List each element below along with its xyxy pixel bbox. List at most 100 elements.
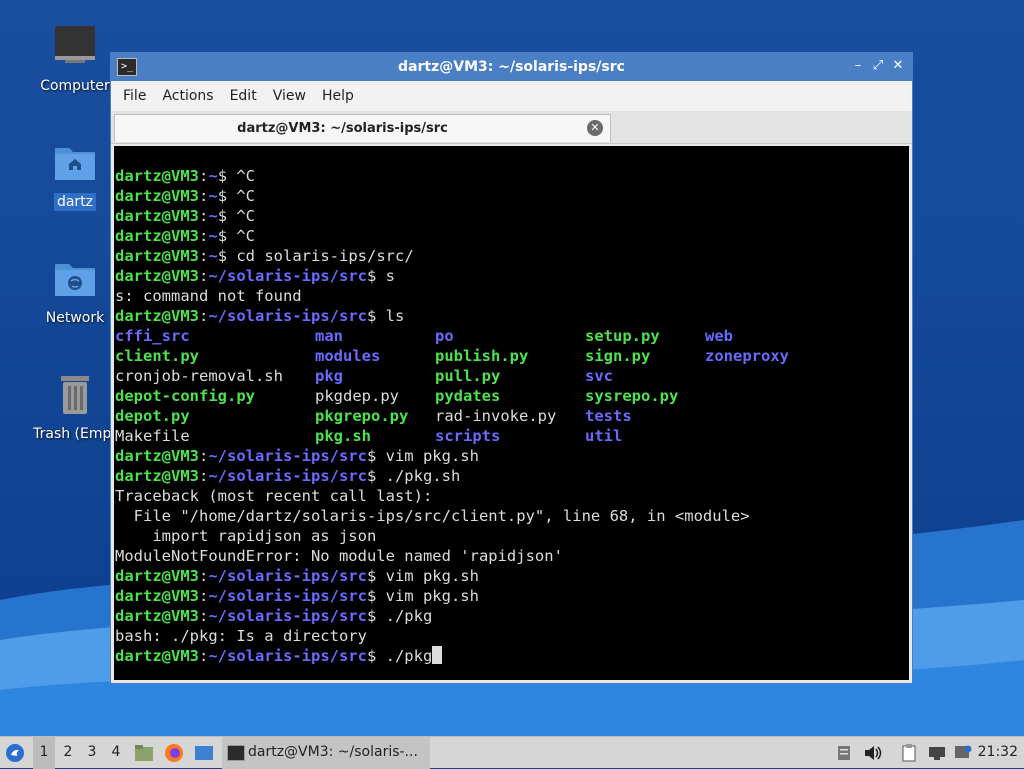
terminal-prompt-line: dartz@VM3:~/solaris-ips/src$ vim pkg.sh xyxy=(115,587,479,605)
prompt-user-host: dartz@VM3 xyxy=(115,647,199,665)
ls-entry: publish.py xyxy=(435,347,529,365)
menu-file[interactable]: File xyxy=(115,88,154,104)
ls-entry: zoneproxy xyxy=(705,347,789,365)
notes-icon[interactable] xyxy=(836,745,852,761)
workspace-4[interactable]: 4 xyxy=(105,737,127,769)
desktop-icon-label: Network xyxy=(45,310,105,326)
menu-view[interactable]: View xyxy=(265,88,314,104)
desktop-icon-network[interactable]: Network xyxy=(29,254,121,326)
ls-entry: sysrepo.py xyxy=(585,387,679,405)
taskbar-task-terminal[interactable]: dartz@VM3: ~/solaris-... xyxy=(222,737,430,769)
terminal-tab[interactable]: dartz@VM3: ~/solaris-ips/src ✕ xyxy=(114,114,611,142)
prompt-command: $ vim pkg.sh xyxy=(366,447,479,465)
prompt-user-host: dartz@VM3 xyxy=(115,247,199,265)
desktop-icon-trash[interactable]: Trash (Empt xyxy=(29,370,121,442)
terminal-prompt-line: dartz@VM3:~$ ^C xyxy=(115,187,256,205)
ls-entry: setup.py xyxy=(585,327,660,345)
terminal-output-line: File "/home/dartz/solaris-ips/src/client… xyxy=(115,507,750,525)
terminal-output-line: Traceback (most recent call last): xyxy=(115,487,433,505)
ls-entry: depot.py xyxy=(115,407,190,425)
prompt-user-host: dartz@VM3 xyxy=(115,187,199,205)
ls-entry: pkgdep.py xyxy=(315,387,399,405)
network-folder-icon xyxy=(55,264,95,296)
workspace-2[interactable]: 2 xyxy=(57,737,79,769)
clipboard-icon[interactable] xyxy=(900,744,918,762)
ls-entry: rad-invoke.py xyxy=(435,407,557,425)
ls-output-row: cronjob-removal.sh pkg pull.py svc xyxy=(114,366,909,386)
trash-icon xyxy=(61,376,89,414)
prompt-command: $ ^C xyxy=(217,187,256,205)
prompt-command: $ ls xyxy=(366,307,405,325)
firefox-icon[interactable] xyxy=(164,743,184,763)
ls-entry xyxy=(705,406,825,426)
prompt-path: ~/solaris-ips/src xyxy=(208,607,367,625)
desktop-icon-label: Trash (Empt xyxy=(33,426,117,442)
ls-entry: depot-config.py xyxy=(115,387,255,405)
workspace-1[interactable]: 1 xyxy=(33,737,55,769)
ls-entry: modules xyxy=(315,347,381,365)
menu-edit[interactable]: Edit xyxy=(222,88,265,104)
prompt-command: $ s xyxy=(366,267,395,285)
ls-entry: sign.py xyxy=(585,347,651,365)
file-manager-icon[interactable] xyxy=(134,744,154,762)
minimize-button[interactable]: – xyxy=(850,58,866,74)
terminal-prompt-line: dartz@VM3:~/solaris-ips/src$ vim pkg.sh xyxy=(115,567,479,585)
ls-entry xyxy=(705,366,825,386)
clock[interactable]: 21:32 xyxy=(978,737,1018,769)
update-notifier-icon[interactable] xyxy=(954,745,972,761)
terminal-prompt-line: dartz@VM3:~$ ^C xyxy=(115,227,256,245)
terminal-prompt-line: dartz@VM3:~/solaris-ips/src$ ./pkg xyxy=(114,646,909,666)
ls-entry: util xyxy=(585,427,623,445)
tab-close-icon[interactable]: ✕ xyxy=(587,120,603,136)
ls-entry: tests xyxy=(585,407,632,425)
menu-help[interactable]: Help xyxy=(314,88,362,104)
show-desktop-icon[interactable] xyxy=(194,745,214,761)
terminal-output-line: ModuleNotFoundError: No module named 'ra… xyxy=(115,547,563,565)
prompt-path: ~/solaris-ips/src xyxy=(208,447,367,465)
prompt-path: ~/solaris-ips/src xyxy=(208,587,367,605)
ls-entry: cffi_src xyxy=(115,327,190,345)
window-title: dartz@VM3: ~/solaris-ips/src xyxy=(398,59,625,75)
network-status-icon[interactable] xyxy=(928,745,946,761)
prompt-path: ~ xyxy=(208,207,218,225)
terminal-output-line: import rapidjson as json xyxy=(115,527,377,545)
prompt-user-host: dartz@VM3 xyxy=(115,167,199,185)
prompt-command: $ ^C xyxy=(217,167,256,185)
prompt-command: $ vim pkg.sh xyxy=(366,567,479,585)
tab-label: dartz@VM3: ~/solaris-ips/src xyxy=(237,121,448,136)
prompt-path: ~/solaris-ips/src xyxy=(208,567,367,585)
ls-entry: cronjob-removal.sh xyxy=(115,367,283,385)
terminal-prompt-line: dartz@VM3:~$ cd solaris-ips/src/ xyxy=(115,247,414,265)
prompt-user-host: dartz@VM3 xyxy=(115,307,199,325)
volume-icon[interactable] xyxy=(864,745,882,761)
window-titlebar[interactable]: >_ dartz@VM3: ~/solaris-ips/src – ⤢ ✕ xyxy=(111,53,912,81)
terminal-prompt-line: dartz@VM3:~/solaris-ips/src$ vim pkg.sh xyxy=(115,447,479,465)
app-menu-icon[interactable] xyxy=(5,743,25,763)
menu-actions[interactable]: Actions xyxy=(154,88,221,104)
prompt-command: $ cd solaris-ips/src/ xyxy=(217,247,414,265)
desktop-icon-computer[interactable]: Computer xyxy=(29,22,121,94)
terminal-output[interactable]: dartz@VM3:~$ ^C dartz@VM3:~$ ^C dartz@VM3:… xyxy=(114,146,909,680)
ls-entry xyxy=(705,426,825,446)
prompt-path: ~ xyxy=(208,227,218,245)
terminal-prompt-line: dartz@VM3:~/solaris-ips/src$ s xyxy=(115,267,395,285)
prompt-path: ~/solaris-ips/src xyxy=(208,467,367,485)
prompt-user-host: dartz@VM3 xyxy=(115,567,199,585)
terminal-prompt-line: dartz@VM3:~$ ^C xyxy=(115,207,256,225)
prompt-path: ~ xyxy=(208,247,218,265)
close-button[interactable]: ✕ xyxy=(890,58,906,74)
desktop-icon-home[interactable]: dartz xyxy=(29,138,121,211)
maximize-button[interactable]: ⤢ xyxy=(870,58,886,74)
ls-entry: pkg xyxy=(315,367,343,385)
prompt-command: $ ^C xyxy=(217,207,256,225)
terminal-window[interactable]: >_ dartz@VM3: ~/solaris-ips/src – ⤢ ✕ Fi… xyxy=(110,52,913,684)
ls-entry: web xyxy=(705,327,733,345)
workspace-3[interactable]: 3 xyxy=(81,737,103,769)
home-folder-icon xyxy=(55,148,95,180)
terminal-prompt-line: dartz@VM3:~/solaris-ips/src$ ls xyxy=(115,307,405,325)
ls-entry: Makefile xyxy=(115,427,190,445)
ls-output-row: depot.py pkgrepo.py rad-invoke.py tests xyxy=(114,406,909,426)
prompt-user-host: dartz@VM3 xyxy=(115,227,199,245)
terminal-prompt-line: dartz@VM3:~/solaris-ips/src$ ./pkg xyxy=(115,607,433,625)
